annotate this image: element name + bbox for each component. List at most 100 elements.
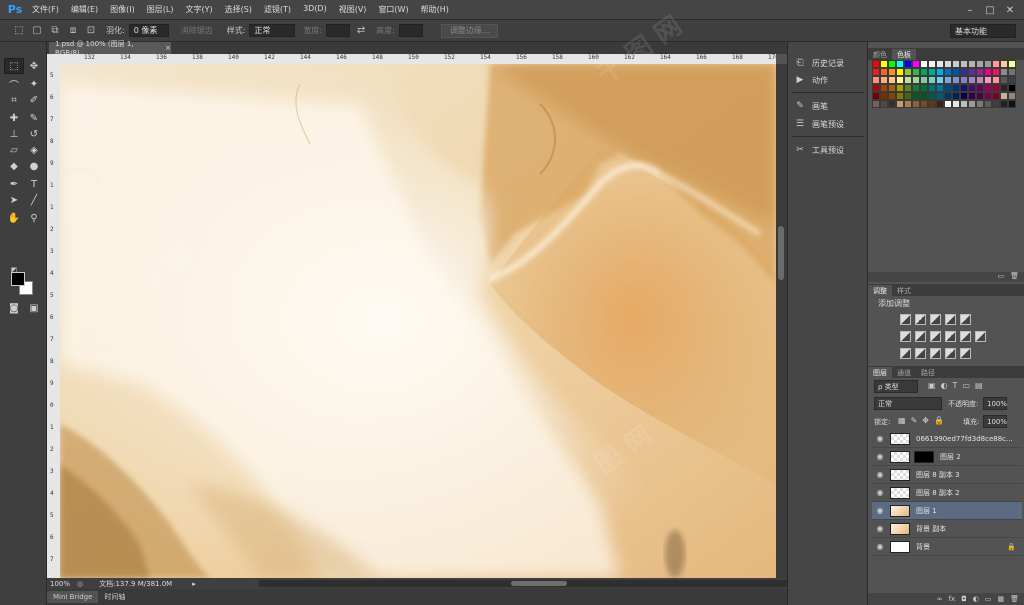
color-swatch[interactable] xyxy=(936,60,944,68)
color-swatch[interactable] xyxy=(936,76,944,84)
color-swatch[interactable] xyxy=(968,100,976,108)
ruler-corner[interactable] xyxy=(47,54,60,64)
magic-wand-icon[interactable]: ✦ xyxy=(24,76,44,92)
color-swatch[interactable] xyxy=(896,68,904,76)
gradient-map-icon[interactable] xyxy=(945,348,956,359)
color-swatch[interactable] xyxy=(984,60,992,68)
color-swatch[interactable] xyxy=(952,92,960,100)
color-swatch[interactable] xyxy=(896,100,904,108)
opacity-input[interactable]: 100% xyxy=(983,397,1007,410)
status-menu-icon[interactable]: ◎ xyxy=(77,580,83,588)
color-swatch[interactable] xyxy=(944,84,952,92)
color-swatch[interactable] xyxy=(960,76,968,84)
menu-item[interactable]: 视图(V) xyxy=(333,4,373,15)
color-swatch[interactable] xyxy=(928,92,936,100)
filter-adjustment-icon[interactable]: ◐ xyxy=(941,381,948,390)
clone-stamp-icon[interactable]: ⊥ xyxy=(4,126,24,142)
color-swatch[interactable] xyxy=(904,100,912,108)
lock-pixels-icon[interactable]: ✎ xyxy=(911,416,918,425)
vertical-scroll-thumb[interactable] xyxy=(778,226,784,280)
width-input[interactable] xyxy=(326,24,351,37)
tab-adjustments[interactable]: 调整 xyxy=(868,285,892,296)
layer-row[interactable]: ◉ 背景 🔒 xyxy=(872,538,1022,556)
dock-actions[interactable]: ▶ 动作 xyxy=(794,73,828,87)
color-swatch[interactable] xyxy=(872,100,880,108)
tab-paths[interactable]: 路径 xyxy=(916,367,940,378)
color-swatch[interactable] xyxy=(968,76,976,84)
swatch-grid[interactable] xyxy=(872,60,1022,108)
photo-filter-icon[interactable] xyxy=(945,331,956,342)
new-swatch-icon[interactable]: ▭ xyxy=(997,272,1004,282)
layer-row[interactable]: ◉ 图层 8 副本 3 xyxy=(872,466,1022,484)
vibrance-icon[interactable] xyxy=(960,314,971,325)
threshold-icon[interactable] xyxy=(930,348,941,359)
invert-icon[interactable] xyxy=(900,348,911,359)
color-swatch[interactable] xyxy=(1008,68,1016,76)
color-swatch[interactable] xyxy=(872,92,880,100)
color-swatch[interactable] xyxy=(936,84,944,92)
lock-transparent-icon[interactable]: ▦ xyxy=(898,416,906,425)
eraser-tool-icon[interactable]: ▱ xyxy=(4,142,24,158)
brush-tool-icon[interactable]: ✎ xyxy=(24,110,44,126)
close-icon[interactable]: ✕ xyxy=(1000,0,1020,20)
layer-row[interactable]: ◉ 图层 8 副本 2 xyxy=(872,484,1022,502)
color-swatch[interactable] xyxy=(984,100,992,108)
curves-icon[interactable] xyxy=(930,314,941,325)
new-selection-icon[interactable]: ▢ xyxy=(30,24,44,38)
zoom-level[interactable]: 100% xyxy=(47,580,71,588)
lock-position-icon[interactable]: ✥ xyxy=(922,416,929,425)
color-swatch[interactable] xyxy=(960,68,968,76)
channel-mixer-icon[interactable] xyxy=(960,331,971,342)
color-swatch[interactable] xyxy=(880,92,888,100)
status-arrow-icon[interactable]: ▸ xyxy=(192,580,196,588)
color-swatch[interactable] xyxy=(984,92,992,100)
move-tool-icon[interactable]: ✥ xyxy=(24,58,44,74)
color-swatch[interactable] xyxy=(920,60,928,68)
color-swatch[interactable] xyxy=(936,68,944,76)
color-swatch[interactable] xyxy=(976,84,984,92)
color-swatch[interactable] xyxy=(880,68,888,76)
color-swatch[interactable] xyxy=(1008,76,1016,84)
color-swatch[interactable] xyxy=(912,76,920,84)
color-swatch[interactable] xyxy=(1008,92,1016,100)
color-swatch[interactable] xyxy=(952,84,960,92)
color-swatch[interactable] xyxy=(944,92,952,100)
color-swatch[interactable] xyxy=(968,84,976,92)
link-layers-icon[interactable]: ∞ xyxy=(937,595,943,603)
refine-edge-button[interactable]: 调整边缘... xyxy=(440,23,499,38)
tab-styles[interactable]: 样式 xyxy=(892,285,916,296)
color-swatch[interactable] xyxy=(992,68,1000,76)
tab-close-icon[interactable]: × xyxy=(165,44,171,52)
color-swatch[interactable] xyxy=(888,68,896,76)
visibility-eye-icon[interactable]: ◉ xyxy=(872,470,888,479)
color-swatch[interactable] xyxy=(904,68,912,76)
tab-color[interactable]: 颜色 xyxy=(868,49,892,60)
dock-tool-presets[interactable]: ✂ 工具预设 xyxy=(794,143,844,157)
color-swatch[interactable] xyxy=(928,60,936,68)
exposure-icon[interactable] xyxy=(945,314,956,325)
add-selection-icon[interactable]: ⧉ xyxy=(48,24,62,38)
color-lookup-icon[interactable] xyxy=(975,331,986,342)
horizontal-ruler[interactable]: 132 134 136 138 140 142 144 146 148 150 152 154 156 1… xyxy=(60,54,776,64)
color-swatch[interactable] xyxy=(920,84,928,92)
color-swatch[interactable] xyxy=(992,92,1000,100)
maximize-icon[interactable]: □ xyxy=(980,0,1000,20)
menu-item[interactable]: 窗口(W) xyxy=(372,4,414,15)
color-swatch[interactable] xyxy=(912,100,920,108)
paint-bucket-icon[interactable]: ◈ xyxy=(24,142,44,158)
color-swatch[interactable] xyxy=(1008,100,1016,108)
color-swatch[interactable] xyxy=(960,92,968,100)
blur-tool-icon[interactable]: ◆ xyxy=(4,158,24,174)
color-swatch[interactable] xyxy=(872,84,880,92)
dodge-tool-icon[interactable]: ● xyxy=(24,158,44,174)
menu-item[interactable]: 图层(L) xyxy=(141,4,180,15)
type-tool-icon[interactable]: T xyxy=(24,176,44,192)
color-swatch[interactable] xyxy=(880,100,888,108)
dock-brush-presets[interactable]: ☰ 画笔预设 xyxy=(794,117,844,131)
color-swatch[interactable] xyxy=(896,60,904,68)
filter-shape-icon[interactable]: ▭ xyxy=(962,381,970,390)
color-swatch[interactable] xyxy=(872,60,880,68)
color-swatch[interactable] xyxy=(976,76,984,84)
color-swatch[interactable] xyxy=(920,100,928,108)
workspace-select[interactable]: 基本功能 xyxy=(950,24,1016,38)
